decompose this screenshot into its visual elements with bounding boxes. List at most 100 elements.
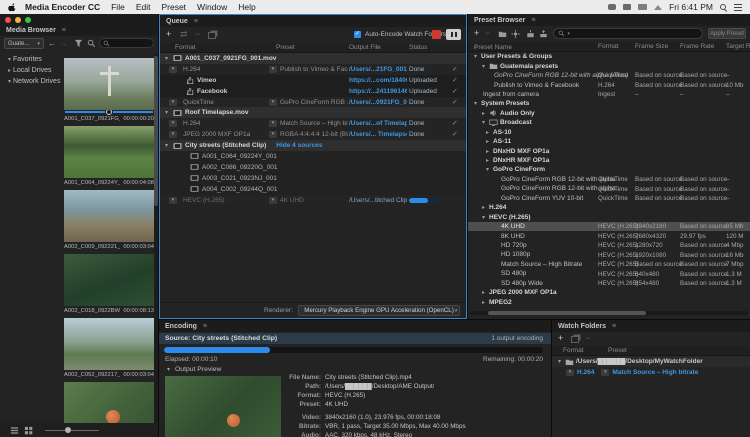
chevron-icon[interactable]: ▾ — [163, 109, 170, 116]
chevron-icon[interactable]: ▾ — [484, 166, 491, 173]
preset-row[interactable]: ▾ HEVC (H.265) — [468, 212, 750, 221]
format-dropdown[interactable]: ▾ — [169, 120, 177, 127]
tab-encoding[interactable]: Encoding — [165, 323, 197, 330]
preset-row[interactable]: ▸ Audio Only — [468, 109, 750, 118]
queue-row[interactable]: ▾ JPEG 2000 MXF OP1a ▾ RGBA 4:4:4:4 12-b… — [160, 129, 466, 140]
clip-thumbnail[interactable] — [64, 58, 154, 110]
column-format[interactable]: Format — [175, 44, 196, 51]
preset-row[interactable]: Match Source – High Bitrate HEVC (H.265)… — [468, 260, 750, 269]
display-status-icon[interactable] — [638, 4, 647, 10]
sidebar-tree-item[interactable]: ▾ Favorites — [0, 54, 62, 65]
preset-row[interactable]: ▾ System Presets — [468, 99, 750, 108]
menu-clock[interactable]: Fri 6:41 PM — [669, 2, 713, 12]
sidebar-tree-item[interactable]: ▸ Local Drives — [0, 65, 62, 76]
sidebar-tree-item[interactable]: ▾ Network Drives — [0, 76, 62, 87]
location-dropdown[interactable]: Guate... ▾ — [4, 38, 44, 49]
column-preset[interactable]: Preset — [276, 44, 295, 51]
menu-file[interactable]: File — [111, 2, 125, 12]
tab-queue[interactable]: Queue — [166, 18, 188, 25]
chevron-icon[interactable]: ▾ — [163, 55, 170, 62]
chevron-icon[interactable]: ▸ — [480, 204, 487, 211]
preset-row[interactable]: Publish to Vimeo & Facebook H.264 Based … — [468, 80, 750, 89]
queue-row[interactable]: ▾ ▾ A001_C037_0921FG_001.mov ▾ ✓ — [160, 53, 466, 64]
queue-row[interactable]: ▾ A001_C064_09224Y_001 ▾ ✓ — [160, 151, 466, 162]
preset-settings-icon[interactable] — [511, 30, 520, 38]
watch-folder-row[interactable]: ▾ /Users/██████/Desktop/MyWatchFolder — [552, 356, 750, 367]
pause-queue-button[interactable] — [446, 29, 461, 40]
preset-row[interactable]: GoPro CineForm RGB 12-bit with alpha Qui… — [468, 175, 750, 184]
panel-menu-icon[interactable]: ≡ — [203, 323, 207, 330]
clip-thumbnail[interactable] — [64, 318, 154, 370]
media-search-input[interactable] — [99, 38, 154, 48]
forward-button[interactable]: → — [60, 39, 68, 48]
status-icon[interactable] — [608, 4, 616, 10]
preset-dropdown[interactable]: ▾ — [269, 120, 277, 127]
preset-horizontal-scrollbar[interactable] — [470, 311, 748, 315]
media-browser-scrollbar[interactable] — [154, 54, 158, 424]
stop-queue-button[interactable] — [432, 30, 441, 39]
queue-row[interactable]: ▾ Facebook ▾ https://...24119614602283 U… — [160, 86, 466, 97]
add-watch-folder-button[interactable]: + — [558, 334, 563, 343]
tab-media-browser[interactable]: Media Browser — [6, 27, 56, 34]
column-status[interactable]: Status — [409, 44, 427, 51]
preset-row[interactable]: GoPro CineForm YUV 10-bit QuickTime Base… — [468, 194, 750, 203]
duplicate-button[interactable] — [208, 32, 216, 39]
queue-row[interactable]: ▾ A004_C002_09244Q_001 ▾ ✓ — [160, 184, 466, 195]
column-preset[interactable]: Preset — [608, 347, 627, 354]
preset-row[interactable]: ▸ MPEG2 — [468, 297, 750, 305]
eject-status-icon[interactable] — [654, 5, 662, 10]
preset-row[interactable]: GoPro CineForm RGB 12-bit with alpha (Al… — [468, 71, 750, 80]
format-dropdown[interactable]: ▾ — [169, 197, 177, 204]
preset-row[interactable]: ▸ H.264 — [468, 203, 750, 212]
clip-thumbnail[interactable] — [64, 126, 154, 178]
format-dropdown[interactable]: ▾ — [169, 66, 177, 73]
preset-dropdown[interactable]: ▾ — [269, 99, 277, 106]
menu-edit[interactable]: Edit — [136, 2, 151, 12]
apple-menu-icon[interactable] — [8, 2, 17, 12]
chevron-icon[interactable]: ▾ — [472, 53, 479, 60]
preset-row[interactable]: GoPro CineForm RGB 12-bit with alpha... … — [468, 184, 750, 193]
auto-encode-checkbox[interactable]: ✓ — [354, 31, 361, 38]
new-preset-group-icon[interactable] — [498, 30, 507, 38]
queue-row[interactable]: ▾ H.264 ▾ Publish to Vimeo & Face... /Us… — [160, 64, 466, 75]
output-file-link[interactable]: /Users/...0921FG_001.mov — [349, 99, 407, 106]
output-file-link[interactable]: /Users/...21FG_001_1.mp4 — [349, 66, 407, 73]
app-menu[interactable]: Media Encoder CC — [25, 2, 100, 12]
queue-row[interactable]: ▾ ▾ Roof Timelapse.mov ▾ ✓ — [160, 107, 466, 118]
close-window-button[interactable] — [5, 17, 11, 23]
column-target-rate[interactable]: Target Rate — [726, 43, 750, 50]
chevron-icon[interactable]: ▸ — [480, 299, 487, 305]
back-button[interactable]: ← — [48, 39, 56, 48]
column-format[interactable]: Format — [598, 43, 619, 50]
thumbnail-zoom-slider[interactable] — [45, 426, 99, 434]
hide-sources-link[interactable]: Hide 4 sources — [276, 142, 322, 149]
column-frame-size[interactable]: Frame Size — [635, 43, 668, 50]
preset-dropdown[interactable]: ▾ — [601, 369, 609, 376]
tab-preset-browser[interactable]: Preset Browser — [474, 17, 525, 24]
clip-thumbnail[interactable] — [64, 254, 154, 306]
add-output-button[interactable]: ⇄ — [180, 30, 188, 39]
chevron-icon[interactable]: ▾ — [480, 214, 487, 221]
output-file-link[interactable]: https://...24119614602283 — [349, 88, 407, 95]
preset-row[interactable]: ▸ AS-10 — [468, 128, 750, 137]
panel-menu-icon[interactable]: ≡ — [194, 18, 198, 25]
preset-row[interactable]: HD 720p HEVC (H.265) 1280x720 Based on s… — [468, 241, 750, 250]
panel-menu-icon[interactable]: ≡ — [531, 17, 535, 24]
chevron-icon[interactable]: ▸ — [480, 289, 487, 296]
media-clip[interactable]: A002_C018_0922BW_... 00:00:08:13 — [64, 254, 154, 315]
chevron-icon[interactable]: ▸ — [484, 138, 491, 145]
format-dropdown[interactable]: ▾ — [169, 99, 177, 106]
chevron-icon[interactable]: ▾ — [472, 100, 479, 107]
slider-knob-icon[interactable] — [65, 427, 71, 433]
preset-row[interactable]: ▸ AS-11 — [468, 137, 750, 146]
list-view-button[interactable] — [10, 426, 19, 435]
chevron-icon[interactable]: ▾ — [163, 142, 170, 149]
column-frame-rate[interactable]: Frame Rate — [680, 43, 714, 50]
queue-row[interactable]: ▾ HEVC (H.265) ▾ 4K UHD /Users/...titche… — [160, 195, 466, 206]
queue-row[interactable]: ▾ A002_C086_09220G_001 ▾ ✓ — [160, 162, 466, 173]
queue-row[interactable]: ▾ ▾ City streets (Stitched Clip) Hide 4 … — [160, 140, 466, 151]
queue-row[interactable]: ▾ QuickTime ▾ GoPro CineForm RGB 12... /… — [160, 97, 466, 108]
output-preview-header[interactable]: ▾ Output Preview — [165, 366, 221, 373]
preset-row[interactable]: 8K UHD HEVC (H.265) 7680x4320 29.97 fps … — [468, 231, 750, 240]
preset-row[interactable]: ▸ JPEG 2000 MXF OP1a — [468, 288, 750, 297]
